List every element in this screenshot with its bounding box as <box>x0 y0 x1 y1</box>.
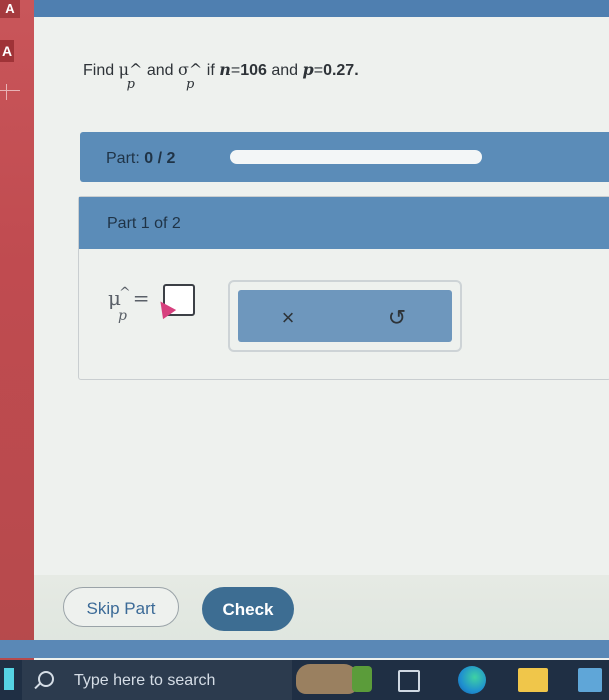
pinned-app-icon[interactable] <box>578 668 602 692</box>
progress-track <box>230 150 482 164</box>
sigma-subscript: p <box>186 77 195 92</box>
file-explorer-icon[interactable] <box>518 668 548 692</box>
n-value: 106 <box>240 62 267 79</box>
sigma-hat-symbol: σ^ p <box>178 60 203 92</box>
progress-label: Part: 0 / 2 <box>106 150 176 167</box>
background-window: A A <box>0 0 34 660</box>
mu-subscript: p <box>126 77 135 92</box>
taskbar-search-placeholder: Type here to search <box>74 672 216 689</box>
divider <box>6 84 7 100</box>
mu-hat-symbol: μ^ p <box>118 60 143 92</box>
equals-sign: = <box>230 62 241 79</box>
start-icon[interactable] <box>4 668 14 690</box>
n-variable: n <box>219 60 231 79</box>
skip-part-button[interactable]: Skip Part <box>63 587 179 627</box>
answer-tools-panel: × ↺ <box>228 280 462 352</box>
progress-value: 0 / 2 <box>144 150 176 167</box>
part-card-header: Part 1 of 2 <box>79 197 609 249</box>
background-window-badge: A <box>0 0 20 18</box>
footer-band <box>0 640 609 658</box>
question-and-word: and <box>146 62 174 79</box>
p-value: 0.27. <box>323 62 359 79</box>
top-header-bar <box>34 0 609 17</box>
task-view-icon[interactable] <box>398 670 420 692</box>
grass-icon <box>352 666 372 692</box>
question-find-word: Find <box>83 62 115 79</box>
answer-label: μ^ = p <box>108 285 150 324</box>
weather-widget-icon[interactable] <box>296 664 372 694</box>
p-variable: p <box>302 60 314 79</box>
taskbar-search[interactable]: Type here to search <box>22 660 292 700</box>
divider <box>0 90 20 91</box>
progress-bar-panel: Part: 0 / 2 <box>80 132 609 182</box>
question-if-word: if <box>206 62 215 79</box>
question-text: Find μ^ p and σ^ p if n=106 and p=0.27. <box>83 60 359 92</box>
answer-subscript: p <box>118 308 127 324</box>
search-icon <box>38 671 54 687</box>
undo-icon[interactable]: ↺ <box>377 302 417 332</box>
edge-browser-icon[interactable] <box>458 666 486 694</box>
equals-sign: = <box>313 62 324 79</box>
part-title: Part 1 of 2 <box>107 215 181 232</box>
windows-taskbar: Type here to search <box>0 660 609 700</box>
clear-icon[interactable]: × <box>268 302 308 332</box>
background-window-label: A <box>0 40 14 62</box>
question-and-word-2: and <box>271 62 299 79</box>
check-button[interactable]: Check <box>202 587 294 631</box>
